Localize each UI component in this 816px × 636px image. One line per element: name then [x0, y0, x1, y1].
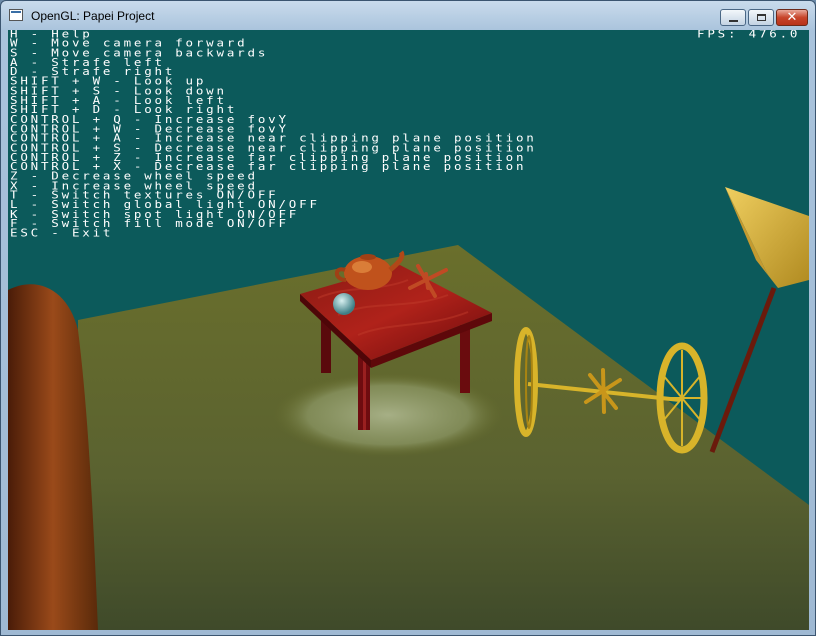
sphere	[333, 293, 355, 315]
street-lamp	[709, 187, 809, 453]
close-button[interactable]: ✕	[776, 9, 808, 26]
maximize-icon	[756, 14, 766, 21]
app-icon	[9, 9, 23, 21]
opengl-viewport[interactable]: H - Help W - Move camera forward S - Mov…	[8, 30, 809, 630]
help-overlay: H - Help W - Move camera forward S - Mov…	[10, 30, 537, 238]
title-bar[interactable]: OpenGL: Papei Project ✕	[1, 1, 815, 29]
maximize-button[interactable]	[748, 9, 774, 26]
close-icon: ✕	[786, 10, 798, 25]
minimize-icon	[728, 19, 738, 22]
minimize-button[interactable]	[720, 9, 746, 26]
window-title: OpenGL: Papei Project	[31, 9, 155, 23]
app-window: OpenGL: Papei Project ✕ H - Help W - Mov…	[0, 0, 816, 636]
fps-counter: FPS: 476.0	[697, 30, 801, 40]
